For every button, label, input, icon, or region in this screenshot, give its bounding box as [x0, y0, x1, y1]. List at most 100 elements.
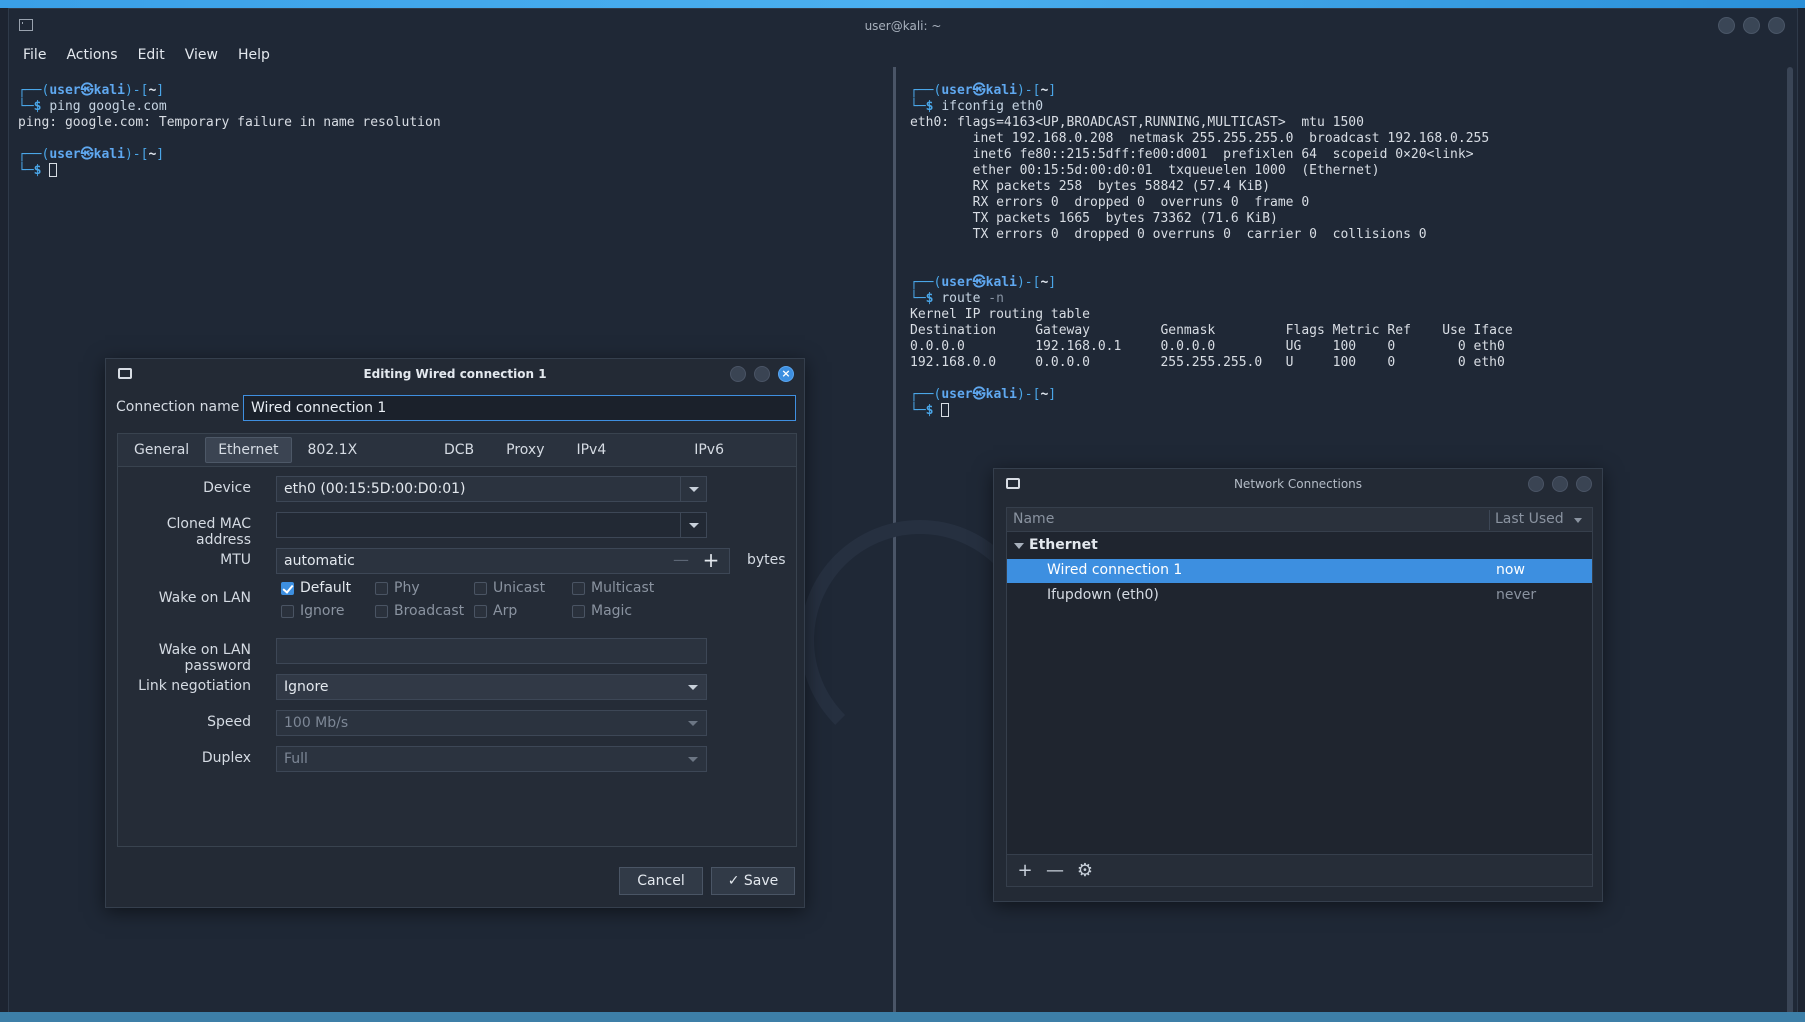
minimize-button[interactable] — [730, 366, 746, 382]
tab-dcb[interactable]: DCB — [428, 434, 490, 466]
tab-ipv4-settings[interactable]: IPv4 Settings — [560, 434, 678, 490]
tab-ethernet[interactable]: Ethernet — [205, 437, 292, 463]
route-line: 0.0.0.0 192.168.0.1 0.0.0.0 UG 100 0 0 e… — [910, 339, 1505, 354]
terminal-title: user@kali: ~ — [864, 19, 942, 33]
cloned-mac-label: Cloned MAC address — [166, 516, 251, 548]
route-line: Kernel IP routing table — [910, 307, 1091, 322]
column-header-last-used[interactable]: Last Used — [1495, 511, 1564, 527]
dialog-titlebar: Editing Wired connection 1 × — [106, 359, 804, 389]
window-icon — [1006, 478, 1020, 489]
terminal-left-pane[interactable]: ┌──(user㉿kali)-[~] └─$ ping google.com p… — [18, 83, 441, 179]
terminal-icon — [19, 19, 33, 31]
mtu-value: automatic — [284, 553, 355, 569]
wol-unicast-checkbox[interactable]: Unicast — [474, 580, 545, 596]
wol-magic-checkbox[interactable]: Magic — [572, 603, 632, 619]
command-text: route — [941, 291, 981, 306]
save-button[interactable]: ✓ Save — [711, 867, 795, 895]
ifconfig-line: RX errors 0 dropped 0 overruns 0 frame 0 — [910, 195, 1310, 210]
connection-name: Ifupdown (eth0) — [1047, 587, 1159, 603]
menu-edit[interactable]: Edit — [138, 47, 165, 63]
menu-help[interactable]: Help — [238, 47, 270, 63]
minimize-button[interactable] — [1718, 17, 1735, 34]
device-value: eth0 (00:15:5D:00:D0:01) — [284, 481, 466, 497]
dialog-title: Editing Wired connection 1 — [363, 367, 547, 381]
network-title: Network Connections — [1233, 477, 1363, 491]
column-separator — [1489, 510, 1490, 530]
wol-phy-checkbox[interactable]: Phy — [375, 580, 420, 596]
gear-icon[interactable]: ⚙ — [1073, 859, 1097, 883]
menu-file[interactable]: File — [23, 47, 46, 63]
wol-ignore-checkbox[interactable]: Ignore — [281, 603, 345, 619]
chevron-down-icon — [680, 477, 706, 501]
remove-icon[interactable]: — — [1043, 859, 1067, 883]
group-ethernet[interactable]: Ethernet — [1007, 534, 1592, 558]
ifconfig-line: ether 00:15:5d:00:d0:01 txqueuelen 1000 … — [910, 163, 1380, 178]
duplex-select[interactable]: Full — [276, 746, 707, 772]
device-select[interactable]: eth0 (00:15:5D:00:D0:01) — [276, 476, 707, 502]
tab-ipv6-settings[interactable]: IPv6 Settings — [678, 434, 796, 490]
link-negotiation-select[interactable]: Ignore — [276, 674, 707, 700]
wol-multicast-checkbox[interactable]: Multicast — [572, 580, 654, 596]
tab-8021x-security[interactable]: 802.1X Security — [292, 434, 428, 490]
chevron-down-icon — [680, 675, 706, 699]
wol-arp-checkbox[interactable]: Arp — [474, 603, 517, 619]
chevron-down-icon — [680, 747, 706, 771]
cloned-mac-select[interactable] — [276, 512, 707, 538]
close-icon[interactable]: × — [778, 366, 794, 382]
duplex-value: Full — [284, 751, 308, 767]
bottom-panel — [0, 1012, 1805, 1022]
connection-name: Wired connection 1 — [1047, 562, 1183, 578]
terminal-menubar: File Actions Edit View Help — [23, 43, 270, 67]
command-text: ifconfig eth0 — [941, 99, 1044, 114]
connection-row[interactable]: Ifupdown (eth0) never — [1007, 584, 1592, 608]
close-button[interactable] — [1768, 17, 1785, 34]
list-header: Name Last Used — [1007, 508, 1592, 532]
tab-proxy[interactable]: Proxy — [490, 434, 560, 466]
close-button[interactable] — [1576, 476, 1592, 492]
group-label: Ethernet — [1029, 537, 1098, 553]
link-negotiation-value: Ignore — [284, 679, 329, 695]
mtu-stepper[interactable]: automatic — + — [276, 548, 730, 574]
top-accent-bar — [0, 0, 1805, 8]
wol-password-label: Wake on LAN password — [158, 642, 251, 674]
menu-actions[interactable]: Actions — [66, 47, 117, 63]
ifconfig-line: inet6 fe80::215:5dff:fe00:d001 prefixlen… — [910, 147, 1474, 162]
plus-icon[interactable]: + — [699, 549, 723, 573]
wol-broadcast-checkbox[interactable]: Broadcast — [375, 603, 464, 619]
route-line: 192.168.0.0 0.0.0.0 255.255.255.0 U 100 … — [910, 355, 1505, 370]
maximize-button[interactable] — [754, 366, 770, 382]
add-icon[interactable]: + — [1013, 859, 1037, 883]
maximize-button[interactable] — [1552, 476, 1568, 492]
ethernet-tab-panel: Device eth0 (00:15:5D:00:D0:01) Cloned M… — [117, 467, 797, 847]
ifconfig-line: inet 192.168.0.208 netmask 255.255.255.0… — [910, 131, 1490, 146]
connection-row[interactable]: Wired connection 1 now — [1007, 559, 1592, 583]
ifconfig-line: TX errors 0 dropped 0 overruns 0 carrier… — [910, 227, 1427, 242]
speed-select[interactable]: 100 Mb/s — [276, 710, 707, 736]
terminal-right-pane[interactable]: ┌──(user㉿kali)-[~] └─$ ifconfig eth0 eth… — [910, 83, 1513, 419]
network-titlebar: Network Connections — [994, 469, 1602, 499]
tab-general[interactable]: General — [118, 434, 205, 466]
wol-password-input[interactable] — [276, 638, 707, 664]
terminal-scrollbar[interactable] — [1787, 67, 1793, 1019]
cursor — [941, 403, 950, 417]
tab-bar: General Ethernet 802.1X Security DCB Pro… — [117, 433, 797, 490]
menu-view[interactable]: View — [185, 47, 218, 63]
output-text: ping: google.com: Temporary failure in n… — [18, 115, 441, 130]
window-icon — [118, 368, 132, 379]
minus-icon[interactable]: — — [669, 549, 693, 573]
cancel-button[interactable]: Cancel — [619, 867, 703, 895]
network-toolbar: + — ⚙ — [1006, 855, 1593, 887]
maximize-button[interactable] — [1743, 17, 1760, 34]
chevron-down-icon — [680, 711, 706, 735]
connection-last-used: now — [1496, 562, 1525, 578]
expand-arrow-icon[interactable] — [1014, 543, 1024, 549]
wol-default-checkbox[interactable]: Default — [281, 580, 351, 596]
speed-value: 100 Mb/s — [284, 715, 349, 731]
link-negotiation-label: Link negotiation — [138, 678, 251, 694]
device-label: Device — [203, 480, 251, 496]
minimize-button[interactable] — [1528, 476, 1544, 492]
connection-name-input[interactable]: Wired connection 1 — [243, 395, 796, 421]
mtu-unit: bytes — [747, 552, 786, 568]
network-connections-window: Network Connections Name Last Used Ether… — [993, 468, 1603, 902]
column-header-name[interactable]: Name — [1013, 511, 1054, 527]
